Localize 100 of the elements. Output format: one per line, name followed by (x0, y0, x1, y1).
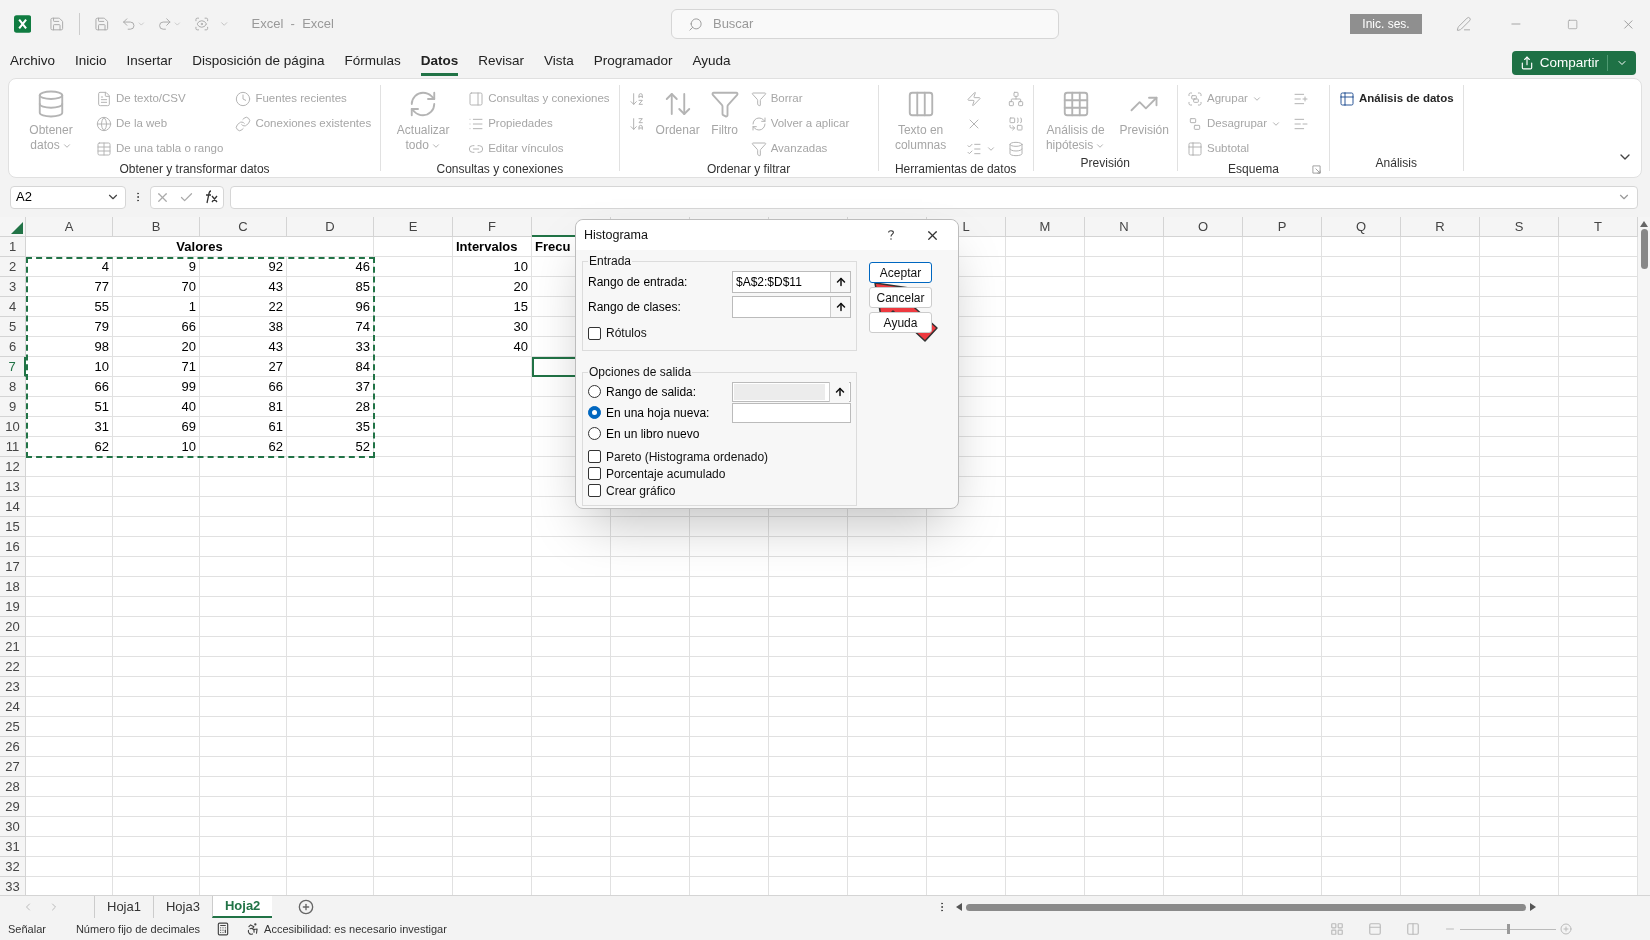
formula-input[interactable] (230, 185, 1638, 209)
save-icon[interactable] (49, 15, 65, 33)
column-header[interactable]: S (1480, 217, 1559, 237)
row-header[interactable]: 17 (0, 557, 26, 577)
row-header[interactable]: 19 (0, 597, 26, 617)
calculator-icon[interactable] (216, 922, 231, 936)
row-header[interactable]: 12 (0, 457, 26, 477)
input-field[interactable] (732, 402, 851, 423)
undo-icon[interactable] (121, 15, 137, 33)
menu-tab[interactable]: Fórmulas (344, 50, 401, 76)
column-header[interactable]: F (453, 217, 532, 237)
row-header[interactable]: 2 (0, 257, 26, 277)
checkbox[interactable] (588, 467, 601, 480)
menu-tab[interactable]: Programador (593, 50, 673, 76)
dialog-launcher-icon[interactable] (1311, 164, 1321, 174)
row-header[interactable]: 7 (0, 357, 26, 377)
row-header[interactable]: 24 (0, 697, 26, 717)
dialog-button[interactable]: Ayuda (869, 312, 932, 333)
input-field[interactable] (732, 296, 851, 318)
maximize-icon[interactable] (1567, 17, 1579, 31)
row-header[interactable]: 15 (0, 517, 26, 537)
row-header[interactable]: 5 (0, 317, 26, 337)
menu-tab[interactable]: Inicio (75, 50, 107, 76)
row-header[interactable]: 21 (0, 637, 26, 657)
menu-tab[interactable]: Archivo (10, 50, 55, 76)
row-header[interactable]: 31 (0, 837, 26, 857)
collapse-dialog-button[interactable] (830, 297, 850, 317)
checkbox[interactable] (588, 450, 601, 463)
scrollbar-thumb[interactable] (1640, 229, 1648, 269)
radio-button[interactable] (588, 385, 601, 398)
row-header[interactable]: 18 (0, 577, 26, 597)
row-header[interactable]: 13 (0, 477, 26, 497)
dialog-button[interactable]: Cancelar (869, 287, 932, 308)
row-header[interactable]: 28 (0, 777, 26, 797)
row-header[interactable]: 3 (0, 277, 26, 297)
row-header[interactable]: 6 (0, 337, 26, 357)
column-header[interactable]: O (1164, 217, 1243, 237)
scroll-right-icon[interactable] (1530, 903, 1537, 911)
save-icon[interactable] (93, 15, 110, 33)
row-header[interactable]: 14 (0, 497, 26, 517)
help-icon[interactable] (887, 229, 895, 241)
row-header[interactable]: 25 (0, 717, 26, 737)
column-header[interactable]: Q (1322, 217, 1401, 237)
row-header[interactable]: 20 (0, 617, 26, 637)
column-header[interactable]: E (374, 217, 453, 237)
row-header[interactable]: 27 (0, 757, 26, 777)
menu-tab[interactable]: Ayuda (692, 50, 731, 76)
row-header[interactable]: 33 (0, 877, 26, 895)
normal-view-icon[interactable] (1330, 922, 1344, 936)
column-header[interactable]: M (1006, 217, 1085, 237)
zoom-slider[interactable] (1460, 924, 1556, 934)
menu-tab[interactable]: Vista (543, 50, 574, 76)
menu-tab[interactable]: Disposición de página (192, 50, 325, 76)
add-sheet-icon[interactable] (298, 899, 315, 915)
zoom-in-icon[interactable] (1560, 923, 1572, 935)
column-header[interactable]: A (26, 217, 113, 237)
checkbox[interactable] (588, 484, 601, 497)
column-header[interactable]: C (200, 217, 287, 237)
collapse-dialog-button[interactable] (829, 381, 849, 402)
radio-button[interactable] (588, 406, 601, 419)
name-box[interactable]: A2 (10, 185, 126, 209)
sheet-tab[interactable]: Hoja3 (152, 896, 212, 918)
input-field[interactable] (732, 381, 851, 402)
radio-button[interactable] (588, 427, 601, 440)
menu-tab[interactable]: Insertar (126, 50, 173, 76)
row-header[interactable]: 11 (0, 437, 26, 457)
row-header[interactable]: 30 (0, 817, 26, 837)
page-layout-icon[interactable] (1368, 922, 1382, 936)
share-button[interactable]: Compartir (1511, 51, 1636, 75)
row-header[interactable]: 22 (0, 657, 26, 677)
sheet-tab[interactable]: Hoja2 (211, 896, 273, 918)
column-header[interactable]: D (287, 217, 374, 237)
row-header[interactable]: 16 (0, 537, 26, 557)
row-header[interactable]: 1 (0, 237, 26, 257)
row-header[interactable]: 29 (0, 797, 26, 817)
column-header[interactable]: T (1559, 217, 1638, 237)
column-header[interactable]: P (1243, 217, 1322, 237)
column-header[interactable]: N (1085, 217, 1164, 237)
column-header[interactable]: B (113, 217, 200, 237)
scrollbar-thumb[interactable] (966, 903, 1527, 911)
accessibility-button[interactable]: Accesibilidad: es necesario investigar (246, 920, 447, 938)
preview-icon[interactable] (193, 15, 210, 33)
pen-icon[interactable] (1455, 15, 1472, 33)
row-header[interactable]: 32 (0, 857, 26, 877)
page-break-icon[interactable] (1406, 922, 1420, 936)
row-header[interactable]: 4 (0, 297, 26, 317)
sheet-tab[interactable]: Hoja1 (94, 896, 153, 918)
scroll-left-icon[interactable] (956, 903, 963, 911)
column-header[interactable]: R (1401, 217, 1480, 237)
row-header[interactable]: 9 (0, 397, 26, 417)
scroll-up-icon[interactable] (1640, 221, 1648, 227)
ribbon-button[interactable]: Análisis de datos (1335, 87, 1457, 111)
menu-tab[interactable]: Revisar (478, 50, 524, 76)
checkbox[interactable] (588, 326, 601, 340)
dialog-button[interactable]: Aceptar (869, 262, 932, 283)
row-header[interactable]: 8 (0, 377, 26, 397)
row-header[interactable]: 26 (0, 737, 26, 757)
input-field[interactable]: $A$2:$D$11 (732, 271, 851, 293)
collapse-dialog-button[interactable] (830, 272, 850, 292)
row-header[interactable]: 23 (0, 677, 26, 697)
